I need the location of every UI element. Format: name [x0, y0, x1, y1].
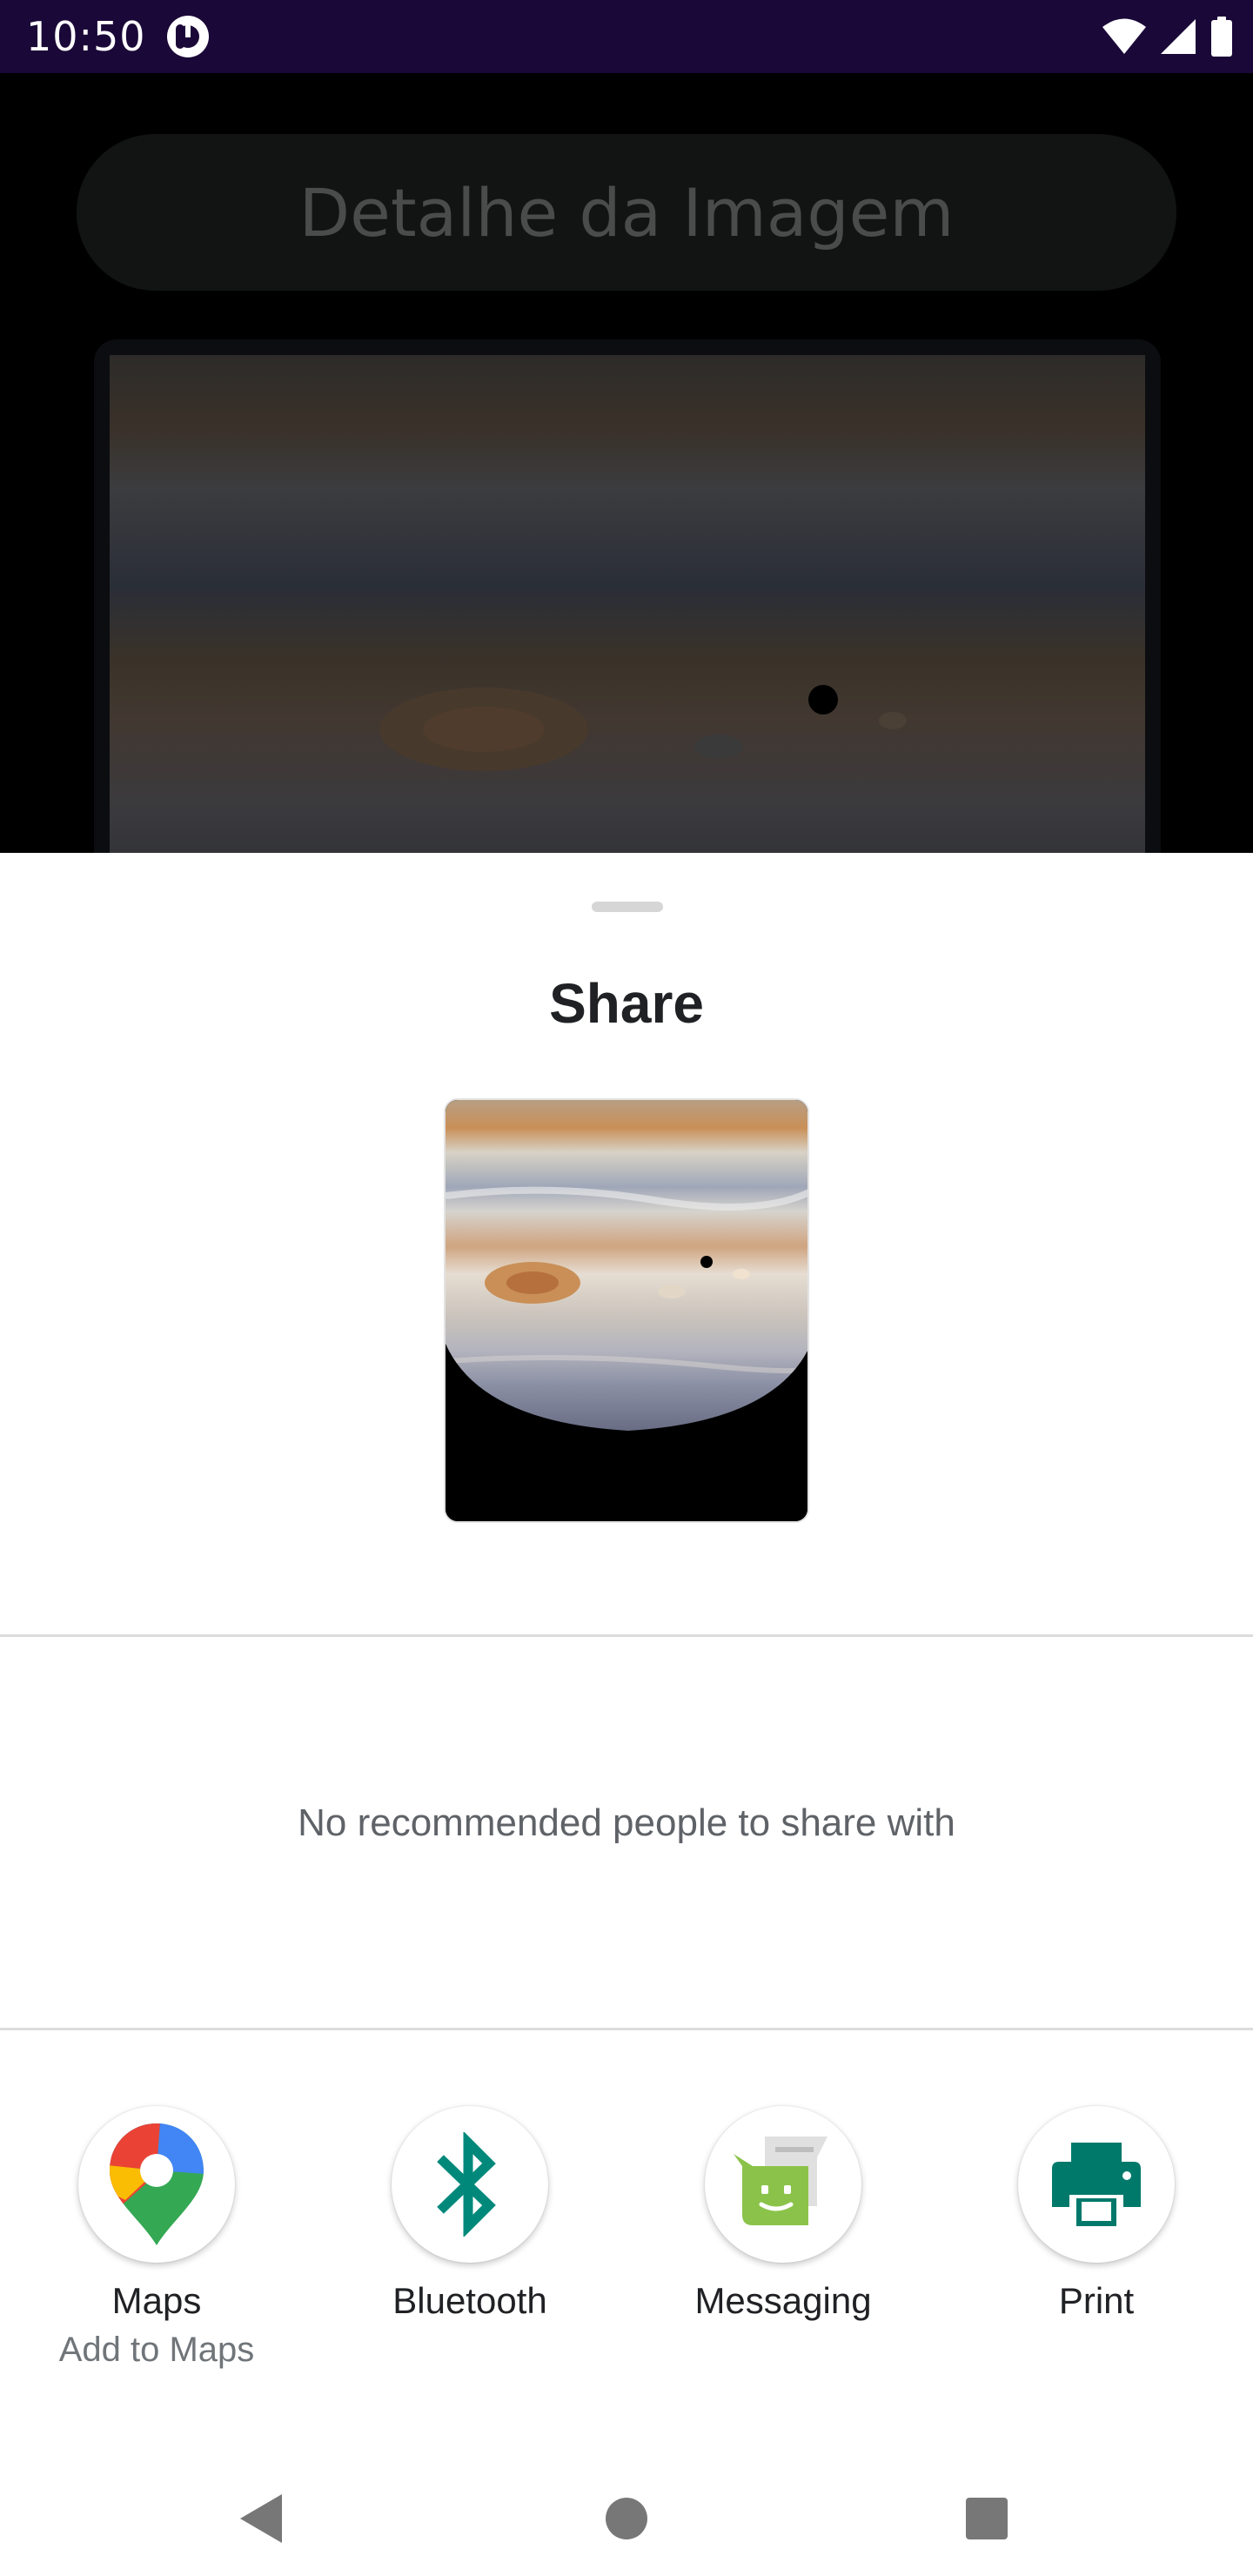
messaging-icon: [734, 2137, 828, 2225]
share-target-sublabel: Add to Maps: [58, 2331, 255, 2369]
home-button[interactable]: [592, 2484, 661, 2553]
messaging-icon-button[interactable]: [705, 2106, 861, 2263]
navigation-bar: [0, 2454, 1253, 2576]
status-bar: 10:50: [0, 0, 1253, 73]
share-title: Share: [549, 972, 704, 1035]
battery-icon: [1211, 17, 1232, 57]
home-icon: [606, 2498, 647, 2539]
share-target-messaging[interactable]: Messaging: [626, 2106, 940, 2402]
print-icon-button[interactable]: [1018, 2106, 1175, 2263]
divider-bottom: [0, 2028, 1253, 2030]
wifi-icon: [1102, 18, 1146, 54]
share-targets: Maps Add to Maps Bluetooth Messaging Pri…: [0, 2106, 1253, 2402]
app-title-bar: Detalhe da Imagem: [77, 134, 1176, 291]
share-sheet: Share No recommended people to share wit…: [0, 853, 1253, 2576]
share-target-print[interactable]: Print: [940, 2106, 1253, 2402]
print-icon: [1052, 2143, 1141, 2226]
share-target-label: Print: [1058, 2280, 1135, 2321]
back-icon: [240, 2494, 282, 2543]
bluetooth-icon: [437, 2132, 496, 2237]
app-title: Detalhe da Imagem: [298, 173, 955, 252]
back-button[interactable]: [226, 2484, 296, 2553]
status-icons: [1102, 14, 1234, 59]
recents-icon: [966, 2498, 1008, 2539]
drag-handle[interactable]: [592, 902, 663, 912]
share-image-preview: [444, 1098, 809, 1523]
app-notification-icon: [167, 16, 209, 57]
divider-top: [0, 1634, 1253, 1637]
share-target-label: Bluetooth: [392, 2280, 547, 2321]
screen: 10:50 Detalhe da Imagem Share No recomme…: [0, 0, 1253, 2576]
bluetooth-icon-button[interactable]: [392, 2106, 548, 2263]
status-time: 10:50: [26, 13, 146, 60]
share-target-label: Maps: [111, 2280, 202, 2321]
share-target-bluetooth[interactable]: Bluetooth: [313, 2106, 626, 2402]
share-target-maps[interactable]: Maps Add to Maps: [0, 2106, 313, 2402]
signal-icon: [1161, 19, 1196, 54]
recents-button[interactable]: [952, 2484, 1022, 2553]
app-background: Detalhe da Imagem: [0, 73, 1253, 949]
share-target-label: Messaging: [694, 2280, 872, 2321]
planet-thumbnail: [446, 1100, 807, 1521]
google-maps-icon: [110, 2123, 204, 2245]
no-recommended-people-text: No recommended people to share with: [298, 1801, 955, 1844]
maps-icon-button[interactable]: [78, 2106, 235, 2263]
